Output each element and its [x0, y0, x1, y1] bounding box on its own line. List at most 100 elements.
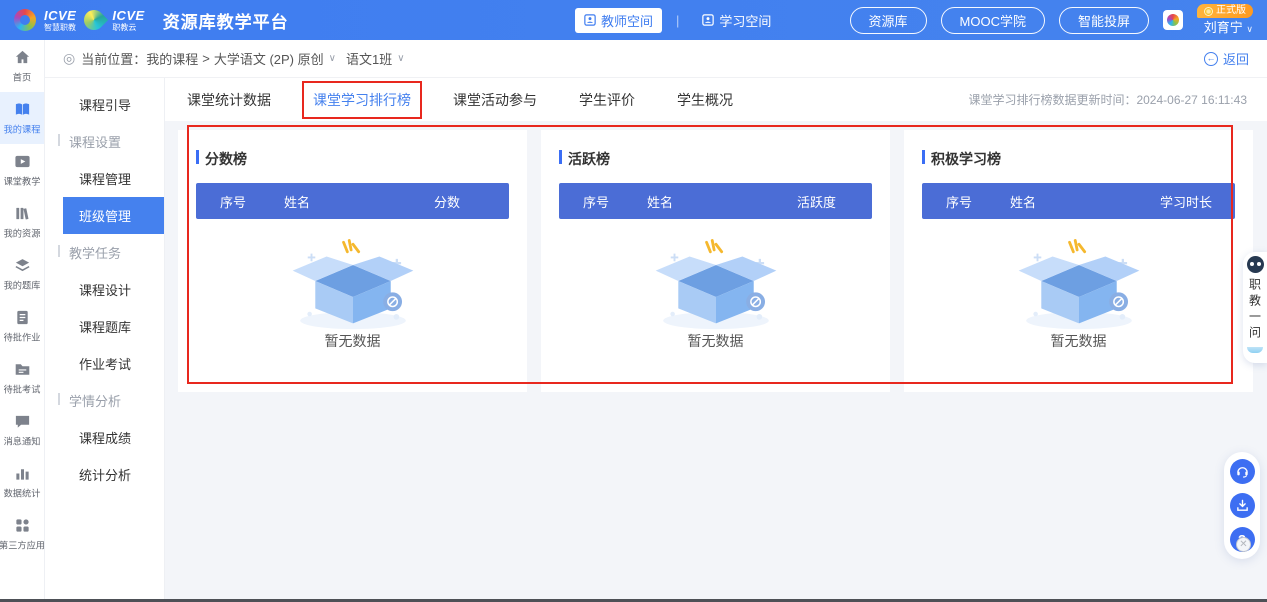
ai-assistant-widget[interactable]: 职教一问 [1243, 252, 1267, 363]
empty-state: 暂无数据 [559, 219, 872, 351]
sidebar-item-data-statistics[interactable]: 数据统计 [0, 456, 44, 508]
menu-item-course-grades[interactable]: 课程成绩 [45, 419, 164, 456]
nav-divider: | [676, 13, 679, 28]
tab-student-evaluation[interactable]: 学生评价 [577, 86, 637, 114]
version-badge: 正式版 [1197, 4, 1253, 18]
app-header: ICVE 智慧职教 ICVE 职教云 资源库教学平台 教师空间 | 学习空间 资… [0, 0, 1267, 40]
empty-text: 暂无数据 [1051, 331, 1107, 351]
mooc-academy-button[interactable]: MOOC学院 [941, 7, 1045, 34]
assistant-label: 职教一问 [1247, 278, 1264, 342]
chevron-down-icon[interactable]: ∨ [329, 53, 336, 64]
empty-box-illustration [1013, 229, 1145, 333]
table-header: 序号 姓名 活跃度 [559, 183, 872, 219]
nav-teacher-space[interactable]: 教师空间 [575, 8, 662, 33]
menu-section-course-settings: 课程设置 [45, 123, 164, 160]
main-content: 课堂统计数据 课堂学习排行榜 课堂活动参与 学生评价 学生概况 课堂学习排行榜数… [165, 78, 1267, 599]
menu-item-course-management[interactable]: 课程管理 [45, 160, 164, 197]
header-right: 资源库 MOOC学院 智能投屏 正式版 刘育宁 ∨ [850, 4, 1253, 36]
card-title: 积极学习榜 [922, 149, 1235, 169]
video-play-icon [14, 153, 31, 170]
nav-learning-space-label: 学习空间 [719, 11, 771, 30]
chevron-down-icon[interactable]: ∨ [397, 53, 404, 64]
icve-swirl-logo-icon [14, 9, 36, 31]
document-icon [14, 309, 31, 326]
sidebar-item-pending-homework[interactable]: 待批作业 [0, 300, 44, 352]
empty-state: 暂无数据 [196, 219, 509, 351]
tab-student-overview[interactable]: 学生概况 [675, 86, 735, 114]
icve-shell-logo-icon [80, 6, 108, 34]
learning-space-icon [702, 14, 714, 26]
breadcrumb-label: 当前位置： [81, 49, 146, 68]
card-title: 分数榜 [196, 149, 509, 169]
customer-service-button[interactable] [1230, 459, 1255, 484]
sidebar-item-third-party-apps[interactable]: 第三方应用 [0, 508, 44, 560]
username-label: 刘育宁 [1204, 20, 1243, 35]
breadcrumb-class-dropdown[interactable]: 语文1班 [346, 49, 392, 68]
empty-text: 暂无数据 [325, 331, 381, 351]
ranking-cards: 分数榜 序号 姓名 分数 [178, 130, 1253, 392]
user-menu[interactable]: 刘育宁 ∨ [1204, 20, 1253, 36]
tab-class-learning-ranking[interactable]: 课堂学习排行榜 [311, 86, 413, 114]
empty-text: 暂无数据 [688, 331, 744, 351]
tab-class-statistics[interactable]: 课堂统计数据 [185, 86, 273, 114]
smart-cast-button[interactable]: 智能投屏 [1059, 7, 1149, 34]
breadcrumb: ◎ 当前位置： 我的课程 > 大学语文 (2P) 原创 ∨ 语文1班 ∨ ← 返… [45, 40, 1267, 78]
sidebar-item-my-resources[interactable]: 我的资源 [0, 196, 44, 248]
logo-sub: 智慧职教 [44, 24, 76, 32]
empty-state: 暂无数据 [922, 219, 1235, 351]
sidebar-item-home[interactable]: 首页 [0, 40, 44, 92]
menu-section-learning-analysis: 学情分析 [45, 382, 164, 419]
message-bubble-icon [14, 413, 31, 430]
menu-section-teaching-tasks: 教学任务 [45, 234, 164, 271]
platform-title: 资源库教学平台 [163, 8, 289, 33]
sidebar-item-my-courses[interactable]: 我的课程 [0, 92, 44, 144]
breadcrumb-separator: > [202, 51, 210, 66]
folder-icon [14, 361, 31, 378]
menu-item-statistical-analysis[interactable]: 统计分析 [45, 456, 164, 493]
robot-assistant-icon [1247, 256, 1264, 273]
back-button[interactable]: ← 返回 [1204, 49, 1249, 68]
logo-group: ICVE 智慧职教 ICVE 职教云 资源库教学平台 [0, 8, 289, 33]
menu-item-homework-exam[interactable]: 作业考试 [45, 345, 164, 382]
app-mini-logo-icon[interactable] [1163, 10, 1183, 30]
library-icon [14, 205, 31, 222]
breadcrumb-course-dropdown[interactable]: 大学语文 (2P) 原创 [214, 49, 324, 68]
nav-teacher-space-label: 教师空间 [601, 11, 653, 30]
icon-rail-sidebar: 首页 我的课程 课堂教学 我的资源 我的题库 待批作业 待批考试 消息通知 数据… [0, 40, 45, 599]
location-pin-icon: ◎ [63, 50, 75, 67]
logo2-sub: 职教云 [112, 24, 144, 32]
menu-item-class-management[interactable]: 班级管理 [63, 197, 164, 234]
score-ranking-card: 分数榜 序号 姓名 分数 [178, 130, 527, 392]
menu-item-course-question-bank[interactable]: 课程题库 [45, 308, 164, 345]
headset-icon [1236, 465, 1249, 478]
tabs-bar: 课堂统计数据 课堂学习排行榜 课堂活动参与 学生评价 学生概况 课堂学习排行榜数… [165, 78, 1267, 121]
course-side-menu: 课程引导 课程设置 课程管理 班级管理 教学任务 课程设计 课程题库 作业考试 … [45, 78, 165, 599]
header-nav: 教师空间 | 学习空间 [575, 8, 780, 33]
menu-item-course-design[interactable]: 课程设计 [45, 271, 164, 308]
sidebar-item-my-question-bank[interactable]: 我的题库 [0, 248, 44, 300]
back-arrow-icon: ← [1204, 52, 1218, 66]
open-book-icon [14, 101, 31, 118]
logo-brand: ICVE [44, 9, 76, 22]
table-header: 序号 姓名 学习时长 [922, 183, 1235, 219]
download-button[interactable] [1230, 493, 1255, 518]
breadcrumb-root[interactable]: 我的课程 [146, 49, 198, 68]
table-header: 序号 姓名 分数 [196, 183, 509, 219]
tab-class-activity-participation[interactable]: 课堂活动参与 [451, 86, 539, 114]
sidebar-item-classroom-teaching[interactable]: 课堂教学 [0, 144, 44, 196]
close-floating-toolbar-button[interactable]: ✕ [1236, 537, 1251, 552]
empty-box-illustration [650, 229, 782, 333]
home-icon [14, 49, 31, 66]
medal-icon [1204, 7, 1213, 16]
sidebar-item-notifications[interactable]: 消息通知 [0, 404, 44, 456]
wave-decoration [1247, 347, 1263, 353]
menu-item-course-guide[interactable]: 课程引导 [45, 86, 164, 123]
user-block: 正式版 刘育宁 ∨ [1197, 4, 1253, 36]
close-icon: ✕ [1239, 539, 1247, 550]
sidebar-item-pending-exams[interactable]: 待批考试 [0, 352, 44, 404]
chevron-down-icon: ∨ [1246, 24, 1253, 34]
resource-library-button[interactable]: 资源库 [850, 7, 927, 34]
empty-box-illustration [287, 229, 419, 333]
activity-ranking-card: 活跃榜 序号 姓名 活跃度 [541, 130, 890, 392]
nav-learning-space[interactable]: 学习空间 [693, 8, 780, 33]
